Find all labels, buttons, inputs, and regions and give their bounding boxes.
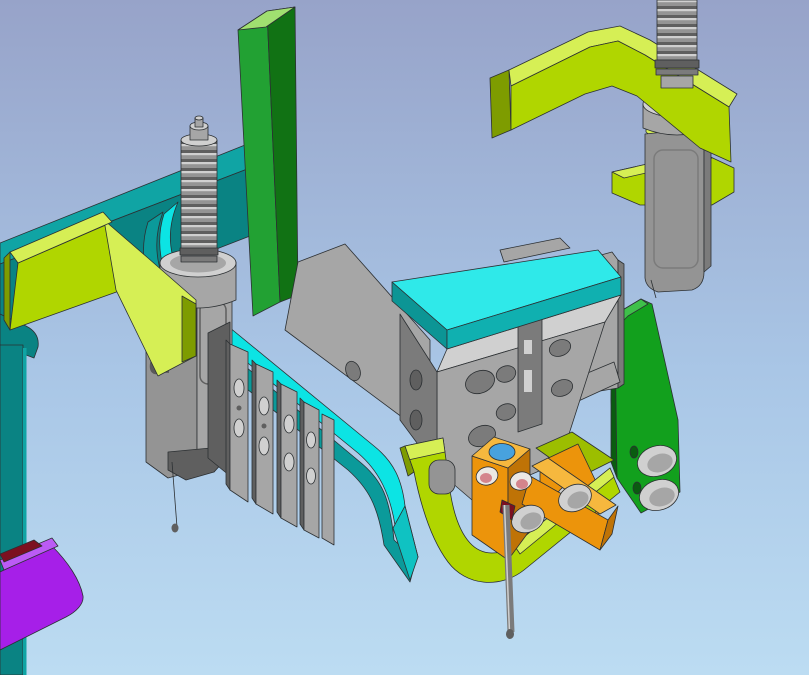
assembly-scene: 5 (0, 0, 809, 675)
rod-shaft (661, 76, 693, 88)
button-screw-center (480, 473, 492, 483)
side-hole (410, 370, 422, 390)
fin-side (226, 340, 230, 490)
tall-green-plate[interactable] (238, 7, 298, 316)
fin-dot (262, 424, 267, 429)
fin-hole (284, 415, 294, 433)
fin-hole (234, 379, 244, 397)
fin-side (252, 360, 256, 504)
fin-face (322, 414, 334, 545)
fin-hole (307, 432, 316, 448)
spring-ring (656, 69, 698, 75)
button-screw-center (516, 479, 528, 489)
spring-threads (181, 140, 217, 250)
clamp-pin-tip (172, 524, 179, 533)
fin-hole (259, 437, 269, 455)
fin-hole (284, 453, 294, 471)
fin-hole (307, 468, 316, 484)
fin-hole (259, 397, 269, 415)
rod-tip (506, 629, 514, 639)
bracket-end-face (4, 252, 10, 330)
cad-viewport[interactable]: 5 (0, 0, 809, 675)
bracket-end-band (182, 296, 196, 362)
purple-plate[interactable] (0, 538, 83, 650)
plate-nub (630, 446, 638, 458)
fin-side (277, 380, 281, 518)
gray-foot[interactable] (429, 460, 455, 494)
plate-nub (633, 482, 641, 494)
spring-threads (657, 0, 697, 60)
fin-hole (234, 419, 244, 437)
side-hole (410, 410, 422, 430)
blue-bore (489, 444, 515, 461)
fin-side (300, 398, 304, 530)
spring-ring-dark (180, 248, 218, 255)
spring-ring-dark (655, 60, 699, 68)
spring-ring (181, 256, 217, 262)
spring-nub-top (195, 116, 203, 120)
gray-finned-tooling-block[interactable] (208, 322, 334, 545)
slot-detail (524, 370, 532, 392)
c-end-face (490, 70, 511, 138)
chartreuse-c-clamp-bracket[interactable] (490, 26, 737, 162)
slot-detail (524, 340, 532, 354)
fin-dot (237, 406, 242, 411)
